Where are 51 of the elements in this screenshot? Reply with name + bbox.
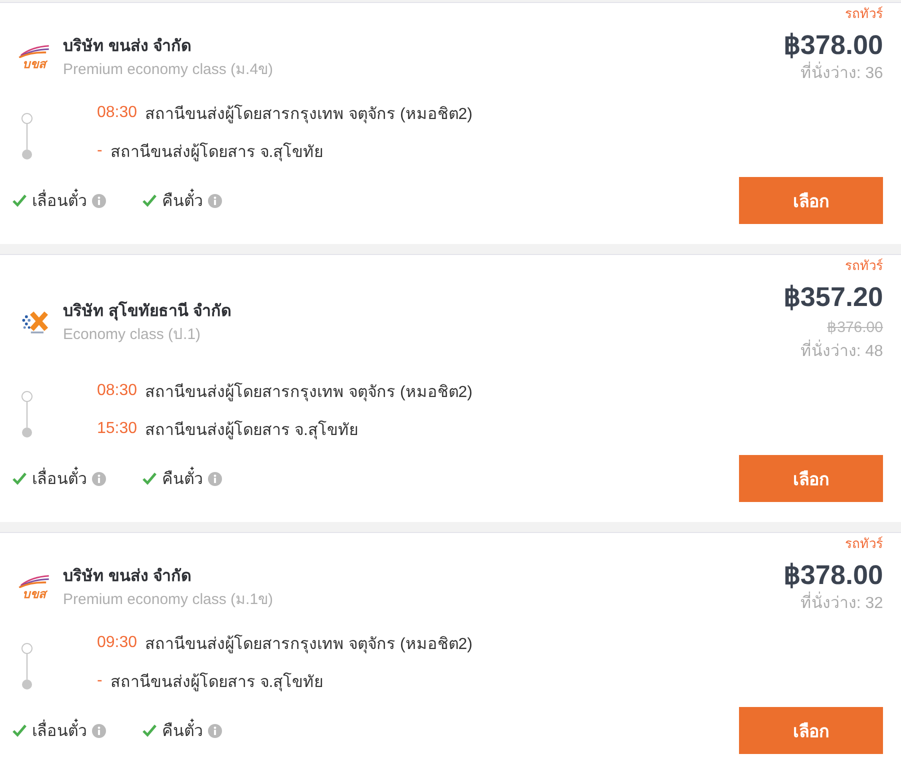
operator-name: บริษัท ขนส่ง จำกัด xyxy=(63,36,192,56)
stop-time: - xyxy=(97,672,102,690)
select-button[interactable]: เลือก xyxy=(739,707,883,754)
stop-time: 09:30 xyxy=(97,634,138,652)
stop-time: 08:30 xyxy=(97,382,138,400)
original-price: ฿376.00 xyxy=(827,318,883,338)
bus-class: Premium economy class (ม.4ข) xyxy=(63,60,274,80)
feature-label: คืนตั๋ว xyxy=(162,188,203,213)
station-name: สถานีขนส่งผู้โดยสารกรุงเทพ จตุจักร (หมอชิต2) xyxy=(145,382,472,404)
seats-available: ที่นั่งว่าง: 48 xyxy=(800,341,883,363)
route-timeline-drawing xyxy=(21,643,33,690)
station-name: สถานีขนส่งผู้โดยสาร จ.สุโขทัย xyxy=(110,672,324,694)
select-button[interactable]: เลือก xyxy=(739,177,883,224)
station-name: สถานีขนส่งผู้โดยสารกรุงเทพ จตุจักร (หมอชิต2) xyxy=(145,634,472,656)
station-name: สถานีขนส่งผู้โดยสารกรุงเทพ จตุจักร (หมอชิต2) xyxy=(145,104,472,126)
feature-label: คืนตั๋ว xyxy=(162,466,203,491)
logo-text: บขส xyxy=(22,58,46,71)
price: ฿378.00 xyxy=(783,29,883,62)
stop-time: - xyxy=(97,142,102,160)
station-name: สถานีขนส่งผู้โดยสาร จ.สุโขทัย xyxy=(145,420,358,442)
info-icon[interactable] xyxy=(208,724,222,738)
info-icon[interactable] xyxy=(92,724,106,738)
operator-name: บริษัท สุโขทัยธานี จำกัด xyxy=(63,300,231,322)
info-icon[interactable] xyxy=(208,472,222,486)
info-icon[interactable] xyxy=(208,194,222,208)
feature-label: คืนตั๋ว xyxy=(162,718,203,743)
feature-label: เลื่อนตั๋ว xyxy=(32,188,87,213)
route-timeline-drawing xyxy=(21,391,33,438)
stop-time: 15:30 xyxy=(97,420,138,438)
operator-name: บริษัท ขนส่ง จำกัด xyxy=(63,566,192,586)
bus-class: Premium economy class (ม.1ข) xyxy=(63,590,274,610)
station-name: สถานีขนส่งผู้โดยสาร จ.สุโขทัย xyxy=(110,142,324,164)
price: ฿378.00 xyxy=(783,559,883,592)
select-button[interactable]: เลือก xyxy=(739,455,883,502)
logo-text: บขส xyxy=(22,588,46,601)
feature-label: เลื่อนตั๋ว xyxy=(32,718,87,743)
bus-class: Economy class (ป.1) xyxy=(63,324,202,344)
bus-type-label: รถทัวร์ xyxy=(845,258,883,274)
price: ฿357.20 xyxy=(783,281,883,314)
stripes-logo-icon xyxy=(18,575,50,588)
info-icon[interactable] xyxy=(92,472,106,486)
feature-label: เลื่อนตั๋ว xyxy=(32,466,87,491)
info-icon[interactable] xyxy=(92,194,106,208)
bus-type-label: รถทัวร์ xyxy=(845,536,883,552)
seats-available: ที่นั่งว่าง: 36 xyxy=(800,63,883,85)
stop-time: 08:30 xyxy=(97,104,138,122)
route-timeline-drawing xyxy=(21,113,33,160)
stripes-logo-icon xyxy=(18,45,50,58)
x-logo-icon xyxy=(20,311,48,335)
bus-type-label: รถทัวร์ xyxy=(845,6,883,22)
seats-available: ที่นั่งว่าง: 32 xyxy=(800,593,883,615)
